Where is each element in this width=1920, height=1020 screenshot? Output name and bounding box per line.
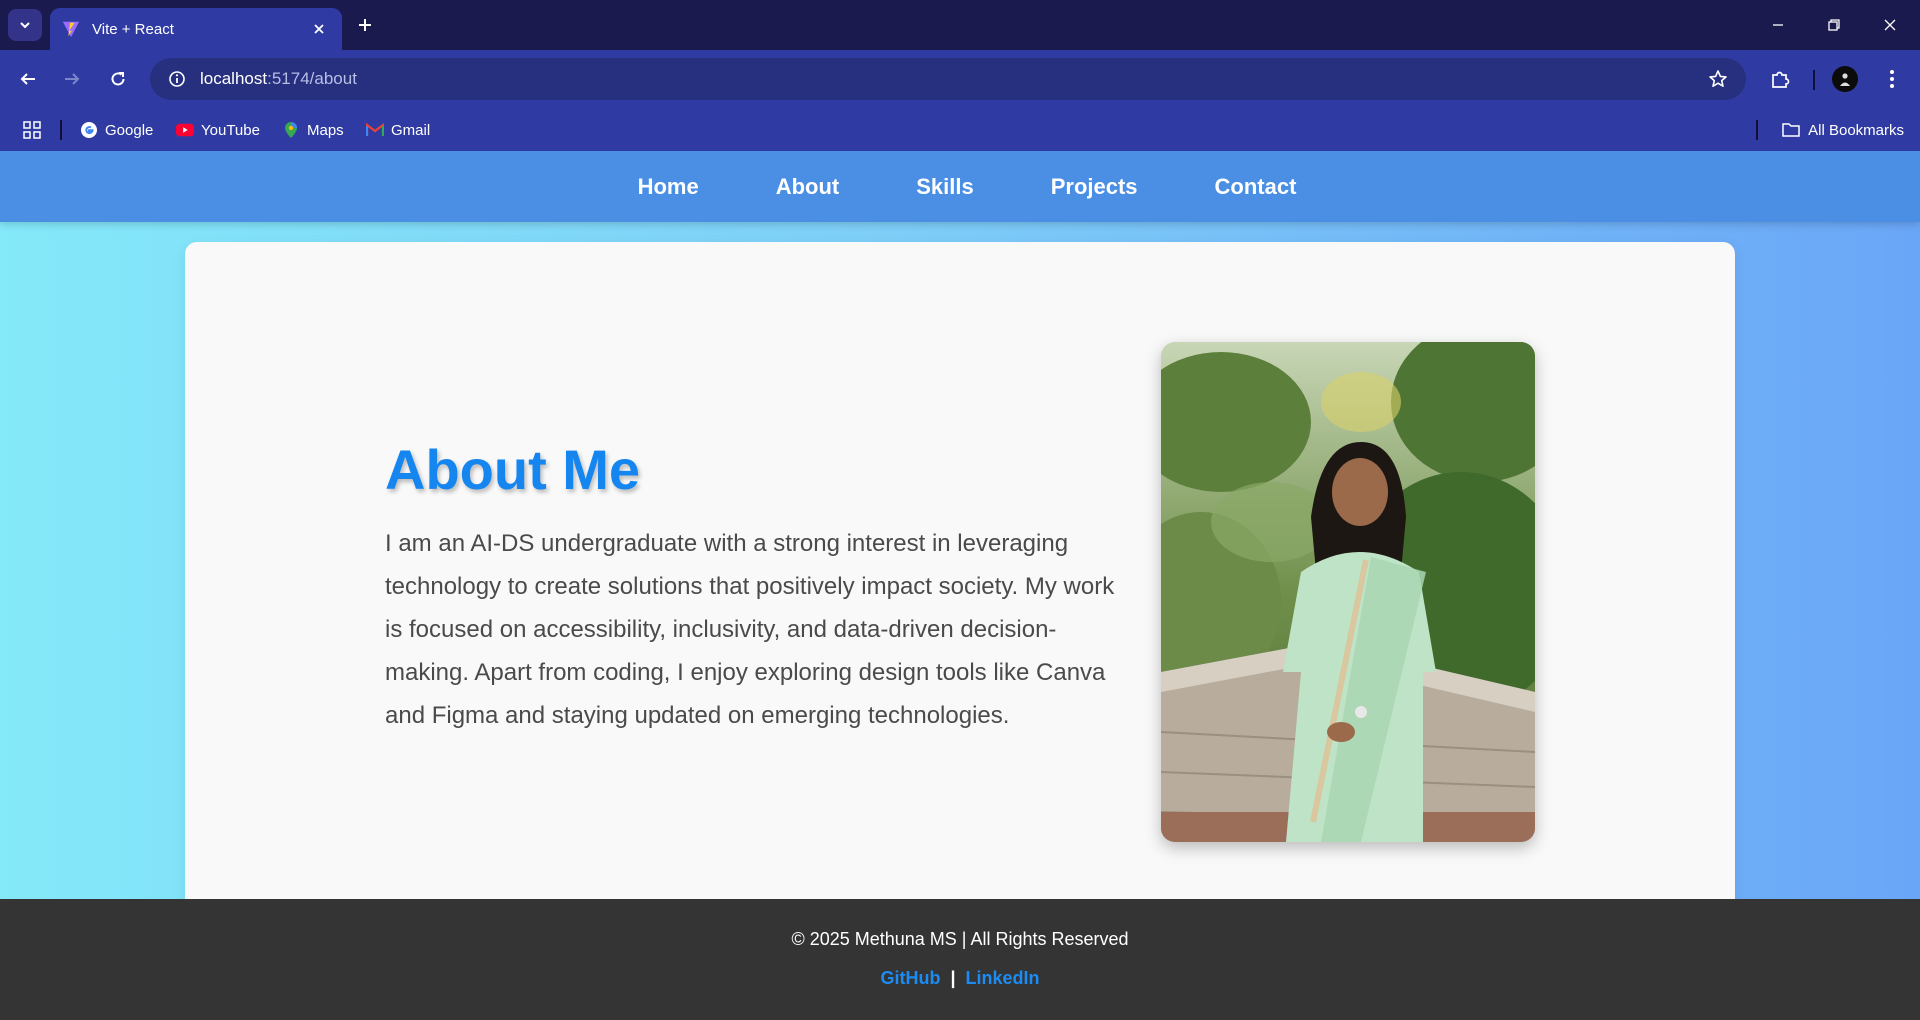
bookmarks-bar: Google YouTube Maps Gmail All Bookmarks bbox=[0, 110, 1920, 150]
forward-button[interactable] bbox=[56, 63, 88, 95]
chevron-down-icon bbox=[20, 22, 30, 29]
browser-tab-strip: Vite + React bbox=[0, 0, 1920, 50]
nav-link-contact[interactable]: Contact bbox=[1215, 174, 1297, 200]
url-path: :5174/about bbox=[267, 69, 357, 88]
browser-toolbar: localhost:5174/about Google YouTube Map… bbox=[0, 50, 1920, 158]
bookmark-label: Gmail bbox=[391, 121, 431, 139]
bookmark-star-icon[interactable] bbox=[1706, 67, 1730, 91]
restore-button[interactable] bbox=[1814, 10, 1854, 40]
restore-icon bbox=[1828, 19, 1840, 31]
site-info-icon[interactable] bbox=[164, 66, 190, 92]
person-icon bbox=[1840, 73, 1850, 86]
about-card: About Me I am an AI-DS undergraduate wit… bbox=[185, 242, 1735, 942]
about-description: I am an AI-DS undergraduate with a stron… bbox=[385, 530, 1115, 729]
puzzle-icon bbox=[1772, 71, 1790, 88]
profile-photo-illustration bbox=[1161, 342, 1535, 842]
maps-icon bbox=[282, 121, 300, 139]
toolbar-divider bbox=[1813, 70, 1815, 90]
new-tab-button[interactable] bbox=[352, 12, 378, 38]
nav-link-projects[interactable]: Projects bbox=[1051, 174, 1138, 200]
github-link[interactable]: GitHub bbox=[880, 968, 940, 988]
address-bar[interactable]: localhost:5174/about bbox=[150, 58, 1746, 100]
bookmarks-divider bbox=[1756, 120, 1758, 140]
google-icon bbox=[80, 121, 98, 139]
site-navbar: Home About Skills Projects Contact bbox=[0, 151, 1920, 222]
arrow-left-icon bbox=[20, 73, 35, 85]
close-tab-icon[interactable] bbox=[308, 18, 330, 40]
extensions-button[interactable] bbox=[1764, 63, 1796, 95]
minimize-icon bbox=[1773, 24, 1783, 26]
url-host: localhost bbox=[200, 69, 268, 88]
site-footer: © 2025 Methuna MS | All Rights Reserved … bbox=[0, 899, 1920, 1020]
back-button[interactable] bbox=[12, 63, 44, 95]
copyright-text: © 2025 Methuna MS | All Rights Reserved bbox=[791, 929, 1129, 949]
youtube-icon bbox=[176, 121, 194, 139]
close-window-button[interactable] bbox=[1870, 10, 1910, 40]
reload-icon bbox=[111, 72, 125, 86]
bookmark-gmail[interactable]: Gmail bbox=[366, 117, 430, 143]
folder-icon bbox=[1782, 121, 1800, 139]
page-viewport: Home About Skills Projects Contact About… bbox=[0, 151, 1920, 1020]
bookmark-maps[interactable]: Maps bbox=[282, 117, 344, 143]
footer-links: GitHub | LinkedIn bbox=[0, 968, 1920, 989]
tab-title: Vite + React bbox=[92, 20, 174, 38]
bookmark-label: Maps bbox=[307, 121, 344, 139]
about-title: About Me bbox=[385, 438, 641, 501]
profile-photo bbox=[1161, 342, 1535, 842]
nav-link-home[interactable]: Home bbox=[638, 174, 699, 200]
reload-button[interactable] bbox=[102, 63, 134, 95]
all-bookmarks-label: All Bookmarks bbox=[1808, 121, 1904, 139]
more-vertical-icon bbox=[1890, 70, 1894, 88]
nav-link-skills[interactable]: Skills bbox=[916, 174, 973, 200]
nav-link-about[interactable]: About bbox=[776, 174, 840, 200]
all-bookmarks-button[interactable]: All Bookmarks bbox=[1782, 117, 1904, 143]
bookmark-label: YouTube bbox=[201, 121, 260, 139]
vite-logo-icon bbox=[62, 21, 80, 38]
bookmark-google[interactable]: Google bbox=[80, 117, 153, 143]
bookmarks-divider bbox=[60, 120, 62, 140]
plus-icon bbox=[359, 19, 371, 31]
arrow-right-icon bbox=[65, 73, 80, 85]
gmail-icon bbox=[366, 121, 384, 139]
apps-grid-icon[interactable] bbox=[20, 118, 44, 142]
tab-search-button[interactable] bbox=[8, 9, 42, 41]
bookmark-label: Google bbox=[105, 121, 154, 139]
footer-separator: | bbox=[950, 968, 956, 988]
linkedin-link[interactable]: LinkedIn bbox=[966, 968, 1040, 988]
minimize-button[interactable] bbox=[1758, 10, 1798, 40]
close-icon bbox=[1884, 19, 1896, 31]
bookmark-youtube[interactable]: YouTube bbox=[176, 117, 260, 143]
browser-tab-active[interactable]: Vite + React bbox=[50, 8, 342, 50]
profile-avatar[interactable] bbox=[1832, 66, 1858, 92]
browser-menu-button[interactable] bbox=[1878, 63, 1906, 95]
